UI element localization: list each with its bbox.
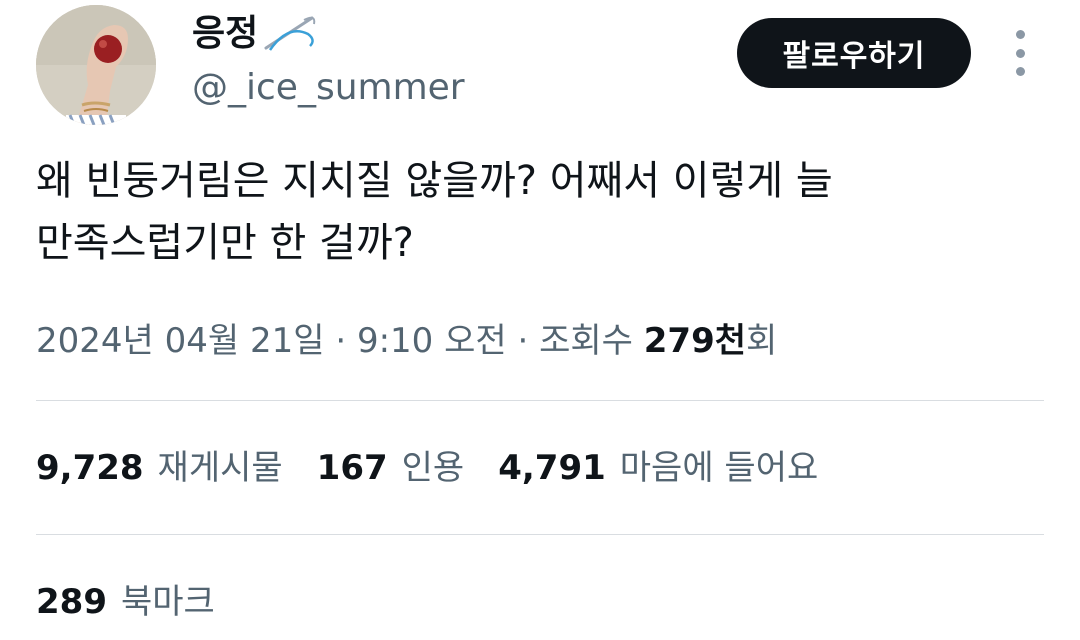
tweet-meta: 2024년 04월 21일 · 9:10 오전 · 조회수 279천회 bbox=[36, 317, 777, 365]
quotes-stat[interactable]: 167 인용 bbox=[317, 444, 465, 492]
tweet-text-line: 왜 빈둥거림은 지치질 않을까? 어째서 이렇게 늘 bbox=[36, 158, 833, 204]
vertical-ellipsis-icon bbox=[1015, 30, 1025, 39]
more-options-button[interactable] bbox=[1000, 30, 1040, 76]
sewing-needle-icon bbox=[260, 14, 320, 54]
likes-count: 4,791 bbox=[498, 448, 606, 488]
follow-button[interactable]: 팔로우하기 bbox=[737, 18, 971, 88]
quotes-label: 인용 bbox=[401, 448, 465, 488]
reposts-count: 9,728 bbox=[36, 448, 144, 488]
avatar[interactable] bbox=[36, 5, 156, 125]
tweet-text-line: 만족스럽기만 한 걸까? bbox=[36, 220, 414, 266]
engagement-stats: 9,728 재게시물 167 인용 4,791 마음에 들어요 bbox=[36, 444, 852, 492]
bookmarks-label: 북마크 bbox=[120, 582, 215, 622]
likes-stat[interactable]: 4,791 마음에 들어요 bbox=[498, 444, 818, 492]
avatar-image bbox=[36, 5, 156, 125]
bookmarks-count: 289 bbox=[36, 582, 107, 622]
user-handle[interactable]: @_ice_summer bbox=[192, 66, 465, 110]
reposts-stat[interactable]: 9,728 재게시물 bbox=[36, 444, 283, 492]
meta-separator: · bbox=[324, 321, 357, 361]
quotes-count: 167 bbox=[316, 448, 388, 488]
divider bbox=[36, 534, 1044, 535]
bookmarks-stat[interactable]: 289 북마크 bbox=[36, 578, 215, 626]
tweet-time[interactable]: 9:10 오전 bbox=[357, 321, 507, 361]
divider bbox=[36, 400, 1044, 401]
vertical-ellipsis-icon bbox=[1015, 67, 1025, 76]
tweet-date[interactable]: 2024년 04월 21일 bbox=[36, 321, 325, 361]
tweet-text: 왜 빈둥거림은 지치질 않을까? 어째서 이렇게 늘 만족스럽기만 한 걸까? bbox=[36, 150, 1036, 274]
meta-separator: · bbox=[506, 321, 540, 361]
vertical-ellipsis-icon bbox=[1015, 48, 1025, 58]
likes-label: 마음에 들어요 bbox=[619, 448, 819, 488]
views-label: 조회수 bbox=[539, 321, 633, 361]
display-name[interactable]: 응정 bbox=[192, 12, 320, 56]
display-name-text: 응정 bbox=[192, 13, 259, 54]
views-suffix: 회 bbox=[746, 321, 778, 361]
views-count: 279천 bbox=[643, 321, 747, 361]
reposts-label: 재게시물 bbox=[157, 448, 283, 488]
